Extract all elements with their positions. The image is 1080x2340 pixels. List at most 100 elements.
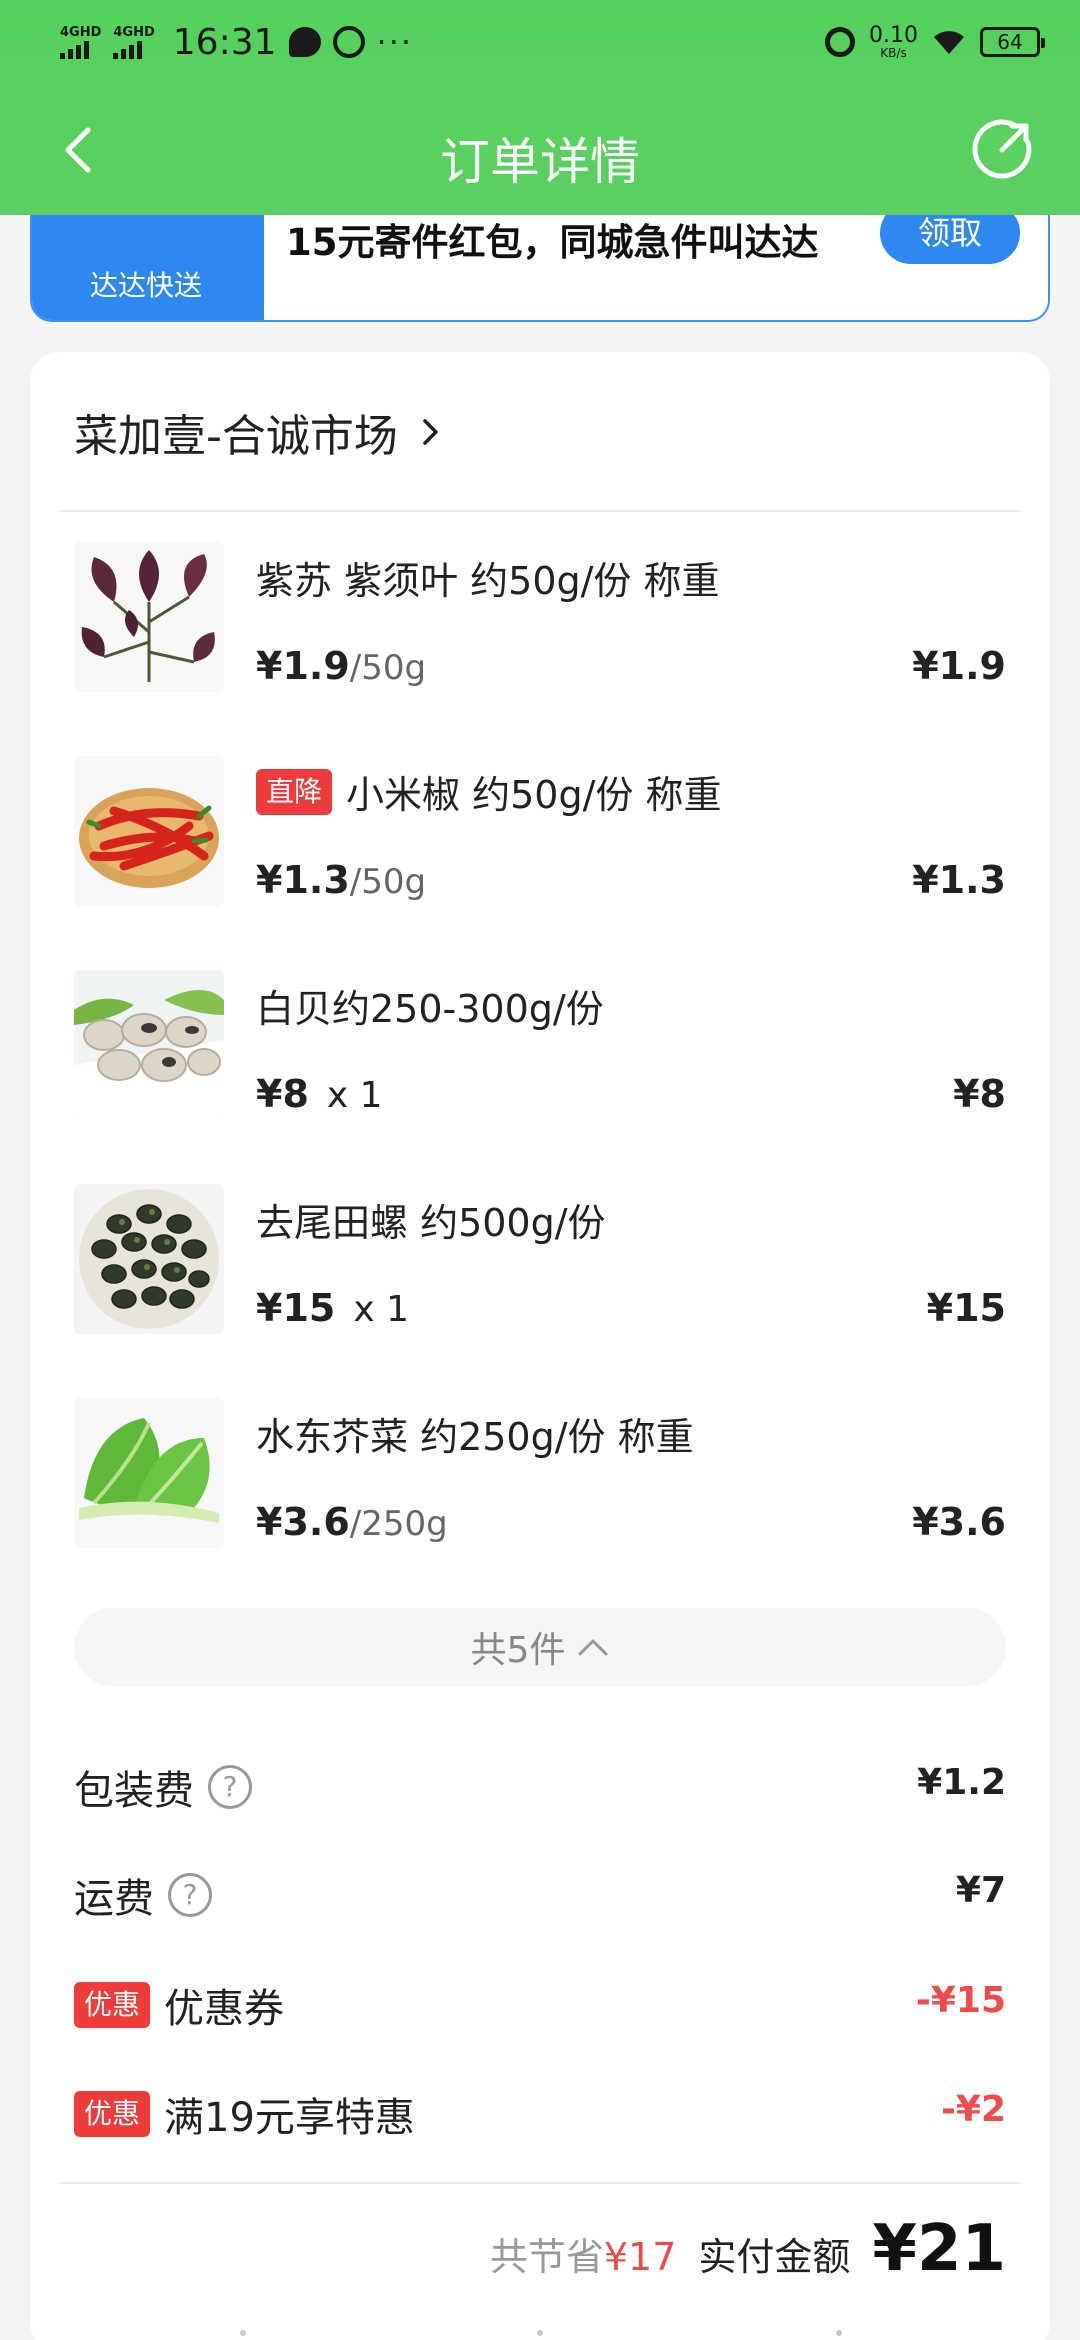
- product-name: 白贝约250-300g/份: [256, 978, 604, 1033]
- product-item[interactable]: 去尾田螺 约500g/份 ¥15 x 1 ¥15: [74, 1184, 1006, 1344]
- price-drop-tag: 直降: [256, 768, 333, 815]
- clock: 16:31: [172, 21, 277, 63]
- item-count: 共5件: [470, 1630, 566, 1671]
- divider: [60, 2182, 1020, 2184]
- price-value: ¥1.9: [256, 644, 350, 688]
- discount-tag: 优惠: [74, 2091, 151, 2137]
- more-notifications: ···: [376, 23, 414, 61]
- product-item[interactable]: 水东芥菜 约250g/份 称重 ¥3.6/250g ¥3.6: [74, 1398, 1006, 1558]
- product-name: 水东芥菜 约250g/份 称重: [256, 1406, 694, 1461]
- price-value: ¥3.6: [256, 1500, 350, 1544]
- payment-summary: 共节省¥17 实付金额 ¥21: [490, 2212, 1006, 2286]
- product-name-text: 白贝约250-300g/份: [256, 987, 604, 1031]
- product-image-mustard-greens: [74, 1398, 224, 1548]
- product-qty: x 1: [326, 1075, 383, 1116]
- product-total: ¥3.6: [912, 1500, 1006, 1544]
- product-name: 直降 小米椒 约50g/份 称重: [256, 764, 721, 819]
- chevron-up-icon: [578, 1639, 608, 1656]
- nav-bar: 订单详情: [0, 100, 1080, 200]
- product-total: ¥8: [953, 1072, 1006, 1116]
- fee-value: -¥2: [940, 2089, 1006, 2130]
- battery-level: 64: [997, 30, 1023, 54]
- price-unit: /250g: [349, 1504, 448, 1544]
- signal-label: 4GHD: [60, 24, 102, 40]
- wifi-icon: [934, 31, 964, 54]
- product-name-text: 去尾田螺 约500g/份: [256, 1201, 606, 1245]
- product-image-shiso: [74, 542, 224, 692]
- store-link[interactable]: 菜加壹-合诚市场: [74, 397, 444, 467]
- signal-icon: 4GHD: [60, 26, 101, 59]
- fee-label: 运费 ?: [74, 1866, 212, 1924]
- signal-icon-2: 4GHD: [113, 24, 155, 59]
- product-price: ¥1.9/50g: [256, 644, 426, 688]
- fee-row-packaging: 包装费 ? ¥1.2: [74, 1752, 1006, 1814]
- scroll-indicator: [0, 2330, 1080, 2338]
- fee-row-promotion: 优惠 满19元享特惠 -¥2: [74, 2079, 1006, 2141]
- page-title: 订单详情: [440, 133, 640, 191]
- product-image-snails: [74, 1184, 224, 1334]
- order-card: 菜加壹-合诚市场 紫苏 紫须叶 约50g/份 称重 ¥1.9/50g ¥1.9: [30, 352, 1050, 2340]
- product-price: ¥3.6/250g: [256, 1500, 448, 1544]
- product-total: ¥15: [926, 1286, 1006, 1330]
- product-price: ¥15 x 1: [256, 1286, 409, 1330]
- fee-label-text: 满19元享特惠: [164, 2095, 415, 2141]
- promo-brand: 达达快送: [90, 269, 203, 302]
- price-unit: /50g: [349, 862, 427, 902]
- product-name: 去尾田螺 约500g/份: [256, 1192, 606, 1247]
- price-value: ¥1.3: [256, 858, 350, 902]
- product-total: ¥1.9: [912, 644, 1006, 688]
- price-unit: /50g: [349, 648, 427, 688]
- product-total: ¥1.3: [912, 858, 1006, 902]
- fee-label-text: 运费: [74, 1876, 154, 1922]
- product-item[interactable]: 白贝约250-300g/份 ¥8 x 1 ¥8: [74, 970, 1006, 1130]
- notification-icon: [332, 26, 365, 58]
- divider: [60, 510, 1020, 512]
- signal-label-2: 4GHD: [113, 24, 155, 40]
- share-icon[interactable]: [970, 116, 1036, 182]
- header: 4GHD 4GHD 16:31 ··· 0.10 KB/s 64 订单详情: [0, 0, 1080, 215]
- promo-text: 15元寄件红包，同城急件叫达达: [286, 221, 819, 264]
- status-bar: 4GHD 4GHD 16:31 ··· 0.10 KB/s 64: [0, 0, 1080, 85]
- help-icon[interactable]: ?: [168, 1873, 212, 1917]
- product-name-text: 小米椒 约50g/份 称重: [346, 773, 722, 817]
- help-icon[interactable]: ?: [208, 1765, 252, 1809]
- fee-row-coupon: 优惠 优惠券 -¥15: [74, 1970, 1006, 2032]
- fee-value: ¥1.2: [917, 1762, 1006, 1803]
- fee-label-text: 优惠券: [164, 1986, 285, 2032]
- product-item[interactable]: 直降 小米椒 约50g/份 称重 ¥1.3/50g ¥1.3: [74, 756, 1006, 916]
- status-left: 4GHD 4GHD 16:31 ···: [60, 20, 413, 64]
- fee-label: 优惠 满19元享特惠: [74, 2085, 415, 2143]
- status-right: 0.10 KB/s 64: [825, 20, 1045, 64]
- product-image-clams: [74, 970, 224, 1120]
- saved-amount: ¥17: [603, 2235, 677, 2279]
- network-speed: 0.10 KB/s: [869, 23, 918, 60]
- saved-label: 共节省: [489, 2235, 604, 2279]
- discount-tag: 优惠: [74, 1982, 151, 2028]
- price-value: ¥8: [256, 1072, 309, 1116]
- battery-icon: 64: [980, 27, 1045, 57]
- paid-amount: ¥21: [872, 2212, 1006, 2286]
- product-name-text: 紫苏 紫须叶 约50g/份 称重: [256, 559, 720, 603]
- alarm-icon: [825, 27, 856, 57]
- fee-row-delivery: 运费 ? ¥7: [74, 1860, 1006, 1922]
- net-speed-value: 0.10: [869, 23, 918, 48]
- product-qty: x 1: [353, 1289, 409, 1330]
- paid-label: 实付金额: [698, 2235, 851, 2279]
- message-icon: [288, 27, 321, 57]
- product-image-chili: [74, 756, 224, 906]
- product-name: 紫苏 紫须叶 约50g/份 称重: [256, 550, 720, 605]
- price-value: ¥15: [256, 1286, 336, 1330]
- fee-value: ¥7: [955, 1870, 1006, 1911]
- store-name: 菜加壹-合诚市场: [74, 411, 398, 462]
- product-name-text: 水东芥菜 约250g/份 称重: [256, 1415, 694, 1459]
- product-price: ¥8 x 1: [256, 1072, 383, 1116]
- product-item[interactable]: 紫苏 紫须叶 约50g/份 称重 ¥1.9/50g ¥1.9: [74, 542, 1006, 702]
- chevron-right-icon: [423, 419, 438, 445]
- product-price: ¥1.3/50g: [256, 858, 426, 902]
- fee-label: 优惠 优惠券: [74, 1976, 284, 2034]
- fee-label-text: 包装费: [74, 1768, 194, 1814]
- collapse-items-button[interactable]: 共5件: [74, 1608, 1006, 1686]
- fee-label: 包装费 ?: [74, 1758, 252, 1816]
- net-speed-unit: KB/s: [880, 46, 907, 60]
- fee-value: -¥15: [915, 1980, 1006, 2021]
